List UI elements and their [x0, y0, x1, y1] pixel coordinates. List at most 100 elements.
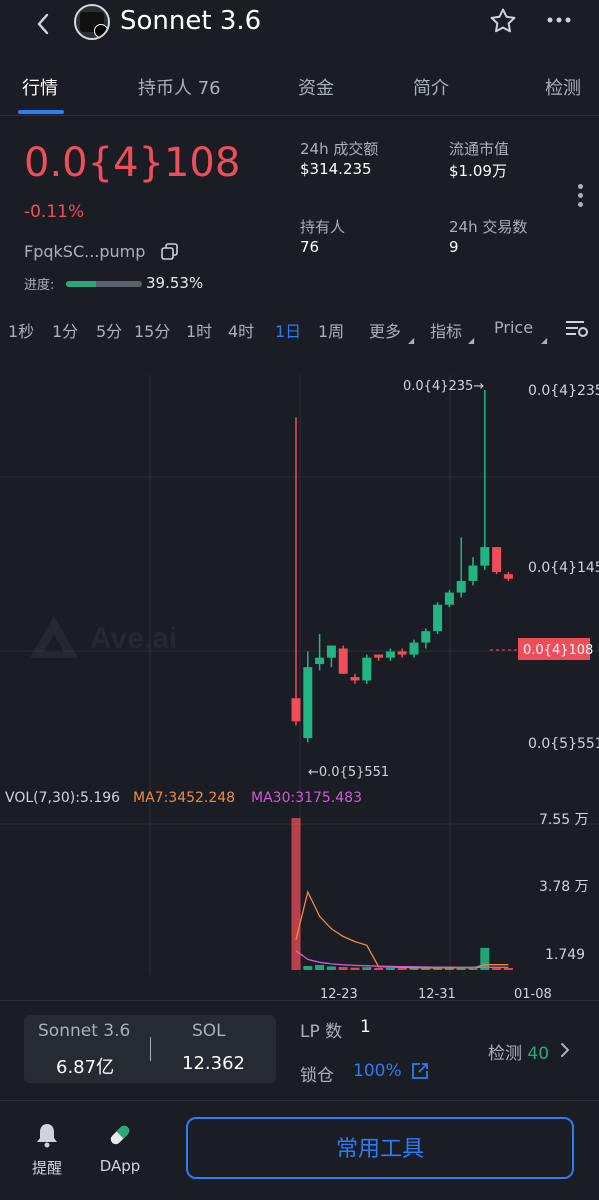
dapp-label: DApp — [99, 1157, 141, 1175]
bell-icon — [37, 1124, 57, 1148]
ma7-line — [295, 890, 509, 969]
candle-body — [456, 580, 466, 593]
star-outline-icon[interactable] — [488, 6, 518, 43]
pair-base-label: Sonnet 3.6 — [38, 1021, 131, 1041]
liquidity-panel: Sonnet 3.6 6.87亿 SOL 12.362 LP 数 1 锁仓 10… — [0, 1000, 599, 1100]
candle-body — [326, 645, 336, 658]
progress-bar — [66, 281, 142, 287]
copy-icon[interactable] — [160, 242, 178, 260]
interval-15m[interactable]: 15分 — [134, 318, 170, 342]
volume-bar — [315, 964, 325, 970]
volume-value: $314.235 — [300, 160, 372, 178]
ma30-line — [295, 950, 509, 969]
interval-1d[interactable]: 1日 — [275, 318, 301, 342]
vol-label: VOL(7,30):5.196 — [5, 790, 120, 806]
volume-bar — [385, 967, 395, 970]
lock-label: 锁仓 — [300, 1066, 334, 1086]
txns-label: 24h 交易数 — [449, 218, 528, 236]
indicator-menu[interactable]: 指标 — [430, 318, 462, 342]
candle-body — [397, 651, 407, 655]
tab-market[interactable]: 行情 — [22, 74, 58, 100]
caret-down-icon: ◢ — [408, 336, 415, 345]
min-price-annotation: ←0.0{5}551 — [308, 765, 389, 780]
more-vertical-icon[interactable] — [576, 184, 584, 214]
price-change: -0.11% — [24, 202, 85, 222]
external-link-icon[interactable] — [410, 1061, 430, 1085]
watermark-logo: Ave.ai — [30, 616, 177, 658]
price-axis-label: 0.0{4}145 — [528, 560, 599, 576]
dapp-button[interactable]: DApp — [90, 1121, 150, 1175]
pair-base-value: 6.87亿 — [56, 1057, 115, 1078]
volume-bar — [291, 818, 301, 970]
tab-bar: 行情 持币人 76 资金 简介 检测 — [0, 64, 599, 116]
lp-count-value: 1 — [360, 1017, 371, 1037]
volume-bar — [303, 965, 313, 970]
x-axis-label: 12-31 — [418, 987, 456, 1000]
tab-intro[interactable]: 简介 — [413, 74, 449, 100]
tab-holders[interactable]: 持币人 76 — [138, 74, 221, 100]
interval-5m[interactable]: 5分 — [96, 318, 122, 342]
candle-body — [409, 642, 419, 655]
candle-body — [433, 604, 443, 632]
chevron-left-icon[interactable] — [30, 10, 58, 38]
chart-settings-icon[interactable] — [565, 318, 589, 344]
txns-value: 9 — [449, 238, 459, 256]
candle-body — [291, 698, 301, 722]
detect-score[interactable]: 检测 40 — [488, 1039, 549, 1064]
lock-value[interactable]: 100% — [353, 1061, 402, 1081]
more-horizontal-icon[interactable] — [545, 6, 573, 40]
alert-button[interactable]: 提醒 — [17, 1121, 77, 1178]
ma7-label: MA7:3452.248 — [133, 790, 235, 806]
token-address: FpqkSC...pump — [24, 242, 146, 261]
candle-body — [503, 574, 513, 579]
candle-body — [374, 654, 384, 658]
bottom-toolbar: 提醒 DApp 常用工具 — [0, 1100, 599, 1200]
interval-1m[interactable]: 1分 — [52, 318, 78, 342]
token-logo-icon — [74, 4, 110, 40]
pair-quote-label: SOL — [192, 1021, 226, 1041]
tab-detect[interactable]: 检测 — [545, 74, 581, 100]
candle-body — [444, 592, 454, 605]
candle-body — [468, 565, 478, 581]
price-axis-label: 0.0{5}551 — [528, 736, 599, 752]
interval-4h[interactable]: 4时 — [228, 318, 254, 342]
volume-label: 24h 成交额 — [300, 140, 379, 158]
volume-bar — [338, 966, 348, 970]
mcap-label: 流通市值 — [449, 140, 510, 158]
candle-body — [315, 657, 325, 664]
detect-label: 检测 — [488, 1044, 522, 1064]
volume-bars — [291, 818, 513, 970]
candles — [291, 390, 513, 743]
vol-axis-label: 7.55 万 — [539, 812, 589, 828]
detect-value: 40 — [527, 1044, 550, 1064]
pair-quote-value: 12.362 — [182, 1053, 245, 1074]
watermark-text: Ave.ai — [90, 622, 177, 655]
header-bar: Sonnet 3.6 — [0, 0, 599, 52]
progress-label: 进度: — [24, 278, 55, 293]
interval-more[interactable]: 更多 — [369, 318, 401, 342]
holders-label: 持有人 — [300, 218, 346, 236]
tab-funds[interactable]: 资金 — [298, 74, 334, 100]
alert-label: 提醒 — [31, 1159, 62, 1177]
chevron-right-icon[interactable] — [558, 1041, 572, 1063]
ma30-label: MA30:3175.483 — [251, 790, 362, 806]
progress-fill — [66, 281, 97, 287]
candle-body — [362, 657, 372, 681]
interval-1s[interactable]: 1秒 — [8, 318, 34, 342]
volume-bar — [397, 967, 407, 970]
interval-1w[interactable]: 1周 — [318, 318, 344, 342]
holders-value: 76 — [300, 238, 320, 256]
lp-count-label: LP 数 — [300, 1022, 343, 1042]
price-mode-menu[interactable]: Price — [494, 318, 533, 337]
interval-1h[interactable]: 1时 — [186, 318, 212, 342]
volume-bar — [374, 967, 384, 970]
common-tools-button[interactable]: 常用工具 — [186, 1117, 574, 1179]
candle-body — [350, 677, 360, 681]
price-chart[interactable]: Ave.ai 0.0{4}235→ ←0.0{5}551 0.0{4}235 0… — [0, 360, 599, 1000]
candle-body — [492, 547, 502, 573]
capsule-icon — [110, 1125, 130, 1145]
current-price: 0.0{4}108 — [24, 140, 241, 186]
caret-down-icon: ◢ — [541, 336, 548, 345]
volume-bar — [362, 967, 372, 970]
page-title: Sonnet 3.6 — [120, 6, 262, 36]
